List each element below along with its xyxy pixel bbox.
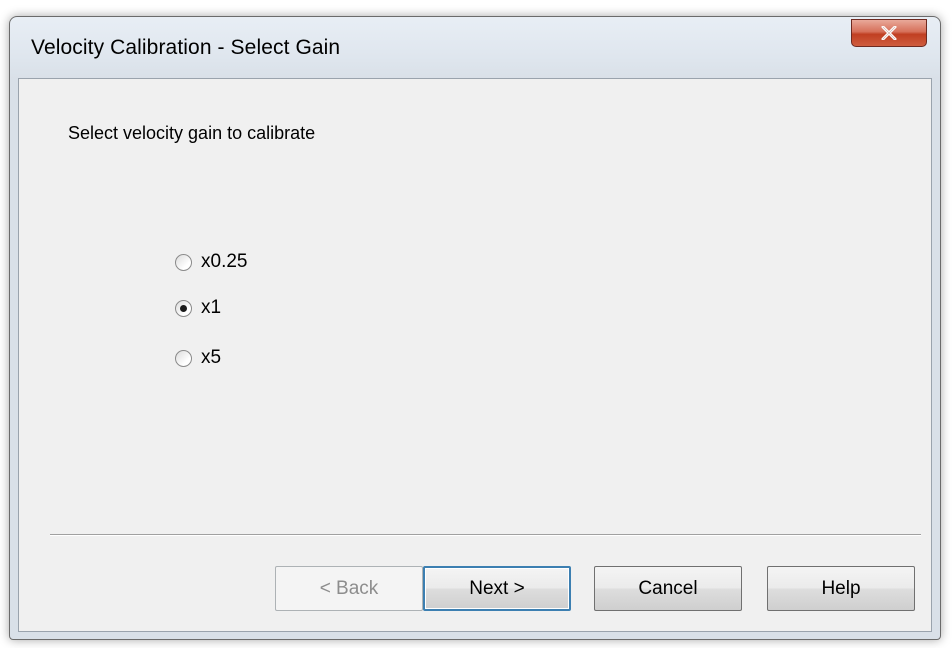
dialog-body: Select velocity gain to calibrate x0.25 …: [18, 78, 932, 632]
next-button[interactable]: Next >: [423, 566, 571, 611]
dialog-window: Velocity Calibration - Select Gain Selec…: [9, 16, 941, 640]
radio-label: x1: [201, 297, 222, 318]
title-bar[interactable]: Velocity Calibration - Select Gain: [10, 17, 940, 77]
separator-line: [50, 534, 921, 536]
cancel-button[interactable]: Cancel: [594, 566, 742, 611]
radio-gain-x5[interactable]: x5: [175, 347, 221, 369]
radio-button-selected[interactable]: [175, 299, 192, 317]
radio-gain-x0-25[interactable]: x0.25: [175, 251, 247, 273]
close-button[interactable]: [851, 19, 927, 47]
instruction-text: Select velocity gain to calibrate: [68, 123, 316, 143]
radio-button[interactable]: [175, 253, 192, 271]
radio-button[interactable]: [175, 349, 192, 367]
window-title: Velocity Calibration - Select Gain: [31, 36, 341, 59]
radio-label: x5: [201, 347, 222, 368]
help-button[interactable]: Help: [767, 566, 915, 611]
close-icon: [881, 26, 897, 40]
back-button[interactable]: < Back: [275, 566, 423, 611]
radio-gain-x1[interactable]: x1: [175, 297, 221, 319]
radio-label: x0.25: [201, 251, 248, 272]
